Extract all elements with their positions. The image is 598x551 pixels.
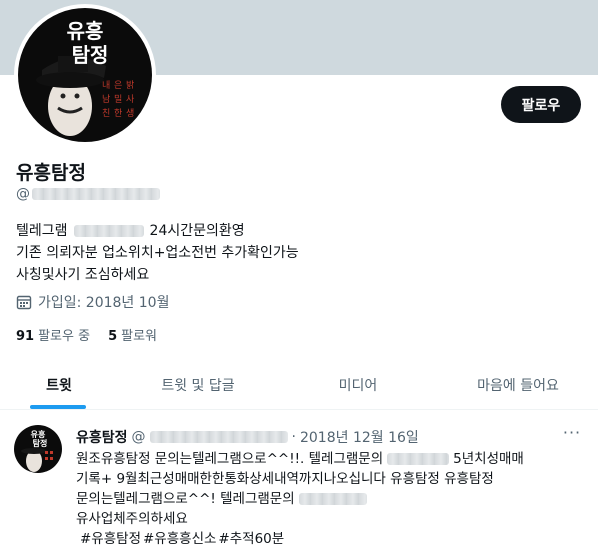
hashtag-list: #유흥탐정 #유흥흥신소 #추적60분 (80, 529, 581, 549)
calendar-icon (16, 295, 32, 310)
profile-avatar[interactable]: 내은밝 남밀사 친한생 유흥 탐정 (14, 4, 156, 146)
svg-text:유흥: 유흥 (67, 19, 104, 43)
profile-display-name: 유흥탐정 (16, 162, 86, 184)
avatar-image: 유흥 탐정 (14, 425, 62, 473)
hashtag-link[interactable]: #추적60분 (218, 529, 284, 549)
redacted-handle (149, 431, 288, 443)
svg-text:은: 은 (114, 80, 122, 91)
svg-text:밝: 밝 (126, 80, 134, 91)
tweet-item[interactable]: 유흥 탐정 유흥탐정 @ · 2018년 12월 16일 ··· 원조유흥탐정 … (0, 411, 598, 551)
svg-text:탐정: 탐정 (33, 438, 48, 448)
redacted-contact (298, 493, 367, 505)
follow-stats: 91 팔로우 중 5 팔로워 (16, 325, 157, 344)
followers-link[interactable]: 5 팔로워 (108, 325, 157, 344)
tab-media[interactable]: 미디어 (278, 360, 438, 409)
hashtag-link[interactable]: #유흥흥신소 (143, 529, 216, 549)
redacted-handle (32, 188, 160, 200)
following-link[interactable]: 91 팔로우 중 (16, 325, 90, 344)
follow-button[interactable]: 팔로우 (501, 86, 581, 123)
tweet-avatar[interactable]: 유흥 탐정 (14, 425, 62, 473)
svg-text:밀: 밀 (114, 93, 122, 105)
tweet-header: 유흥탐정 @ · 2018년 12월 16일 (76, 427, 419, 447)
avatar-image: 내은밝 남밀사 친한생 유흥 탐정 (18, 8, 152, 142)
svg-text:내: 내 (102, 80, 110, 91)
redacted-contact (387, 453, 450, 465)
redacted-contact (73, 225, 144, 237)
svg-text:유흥: 유흥 (31, 429, 46, 439)
svg-text:사: 사 (126, 94, 135, 105)
tab-tweets-and-replies[interactable]: 트윗 및 답글 (118, 360, 278, 409)
profile-bio: 텔레그램 24시간문의환영 기존 의뢰자분 업소위치+업소전번 추가확인가능 사… (16, 223, 299, 283)
svg-text:한: 한 (114, 108, 122, 119)
tweet-handle[interactable]: @ (132, 429, 146, 445)
svg-text:남: 남 (102, 94, 110, 105)
svg-text:친: 친 (102, 108, 110, 119)
profile-tabs: 트윗 트윗 및 답글 미디어 마음에 들어요 (0, 360, 598, 410)
tab-likes[interactable]: 마음에 들어요 (438, 360, 598, 409)
tweet-text: 원조유흥탐정 문의는텔레그램으로^^!!. 텔레그램문의 5년치성매매 기록+ … (76, 449, 581, 549)
svg-text:생: 생 (126, 108, 134, 119)
joined-date: 가입일: 2018년 10월 (16, 292, 169, 312)
more-options-icon[interactable]: ··· (562, 425, 582, 445)
tab-tweets[interactable]: 트윗 (0, 360, 118, 409)
tweet-author-name[interactable]: 유흥탐정 (76, 427, 128, 447)
hashtag-link[interactable]: #유흥탐정 (80, 529, 141, 549)
tweet-date[interactable]: 2018년 12월 16일 (300, 427, 419, 447)
profile-handle: @ (16, 186, 160, 202)
svg-text:탐정: 탐정 (72, 43, 109, 67)
